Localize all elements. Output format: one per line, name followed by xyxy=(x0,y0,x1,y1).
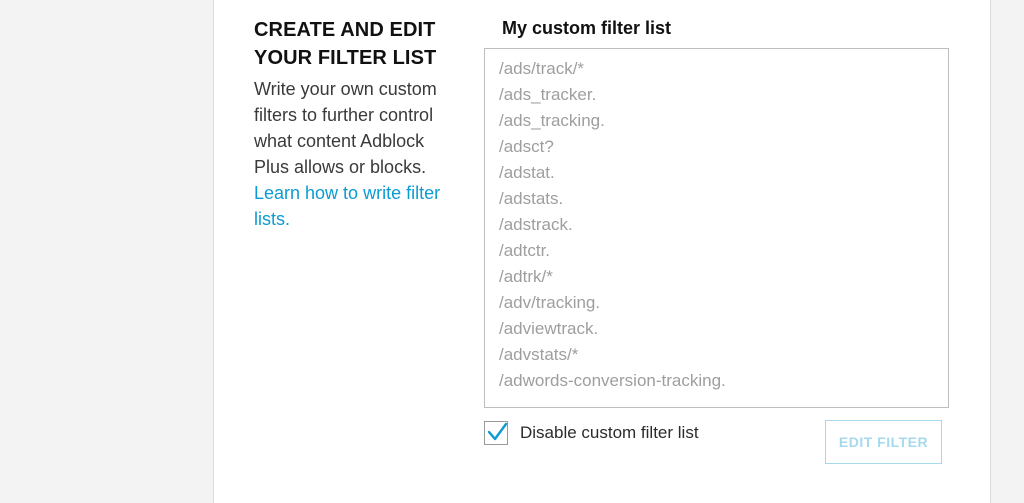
learn-filter-lists-link[interactable]: Learn how to write filter lists. xyxy=(254,180,444,232)
disable-custom-filter-label[interactable]: Disable custom filter list xyxy=(520,423,699,443)
checkmark-icon xyxy=(487,422,508,441)
filter-item: /ads_tracking. xyxy=(499,111,605,130)
filter-item: /adtrk/* xyxy=(499,267,553,286)
filter-item: /adstats. xyxy=(499,189,564,208)
filter-item: /adv/tracking. xyxy=(499,293,601,312)
custom-filter-list-label: My custom filter list xyxy=(502,18,672,38)
filter-item: /adtctr. xyxy=(499,241,551,260)
filter-item: /ads_tracker. xyxy=(499,85,597,104)
description-text: Write your own custom filters to further… xyxy=(254,79,437,177)
filter-item: /adstat. xyxy=(499,163,555,182)
disable-custom-filter-row: Disable custom filter list xyxy=(484,421,699,445)
filter-item: /adviewtrack. xyxy=(499,319,599,338)
custom-filter-list-box[interactable]: /ads/track/* /ads_tracker. /ads_tracking… xyxy=(484,48,949,408)
section-title: CREATE AND EDIT YOUR FILTER LIST xyxy=(254,19,437,69)
custom-filter-list-section: My custom filter list /ads/track/* /ads_… xyxy=(484,16,950,464)
filter-item: /adstrack. xyxy=(499,215,573,234)
edit-filter-button[interactable]: EDIT FILTER xyxy=(825,420,942,464)
filter-item: /ads/track/* xyxy=(499,59,585,78)
custom-filters-panel: CREATE AND EDIT YOUR FILTER LIST Write y… xyxy=(213,0,991,503)
section-description: Write your own custom filters to further… xyxy=(254,76,444,232)
filter-item: /adwords-conversion-tracking. xyxy=(499,371,726,390)
disable-custom-filter-checkbox[interactable] xyxy=(484,421,508,445)
section-intro: CREATE AND EDIT YOUR FILTER LIST Write y… xyxy=(254,16,444,232)
filter-item: /advstats/* xyxy=(499,345,579,364)
filter-item: /adsct? xyxy=(499,137,554,156)
